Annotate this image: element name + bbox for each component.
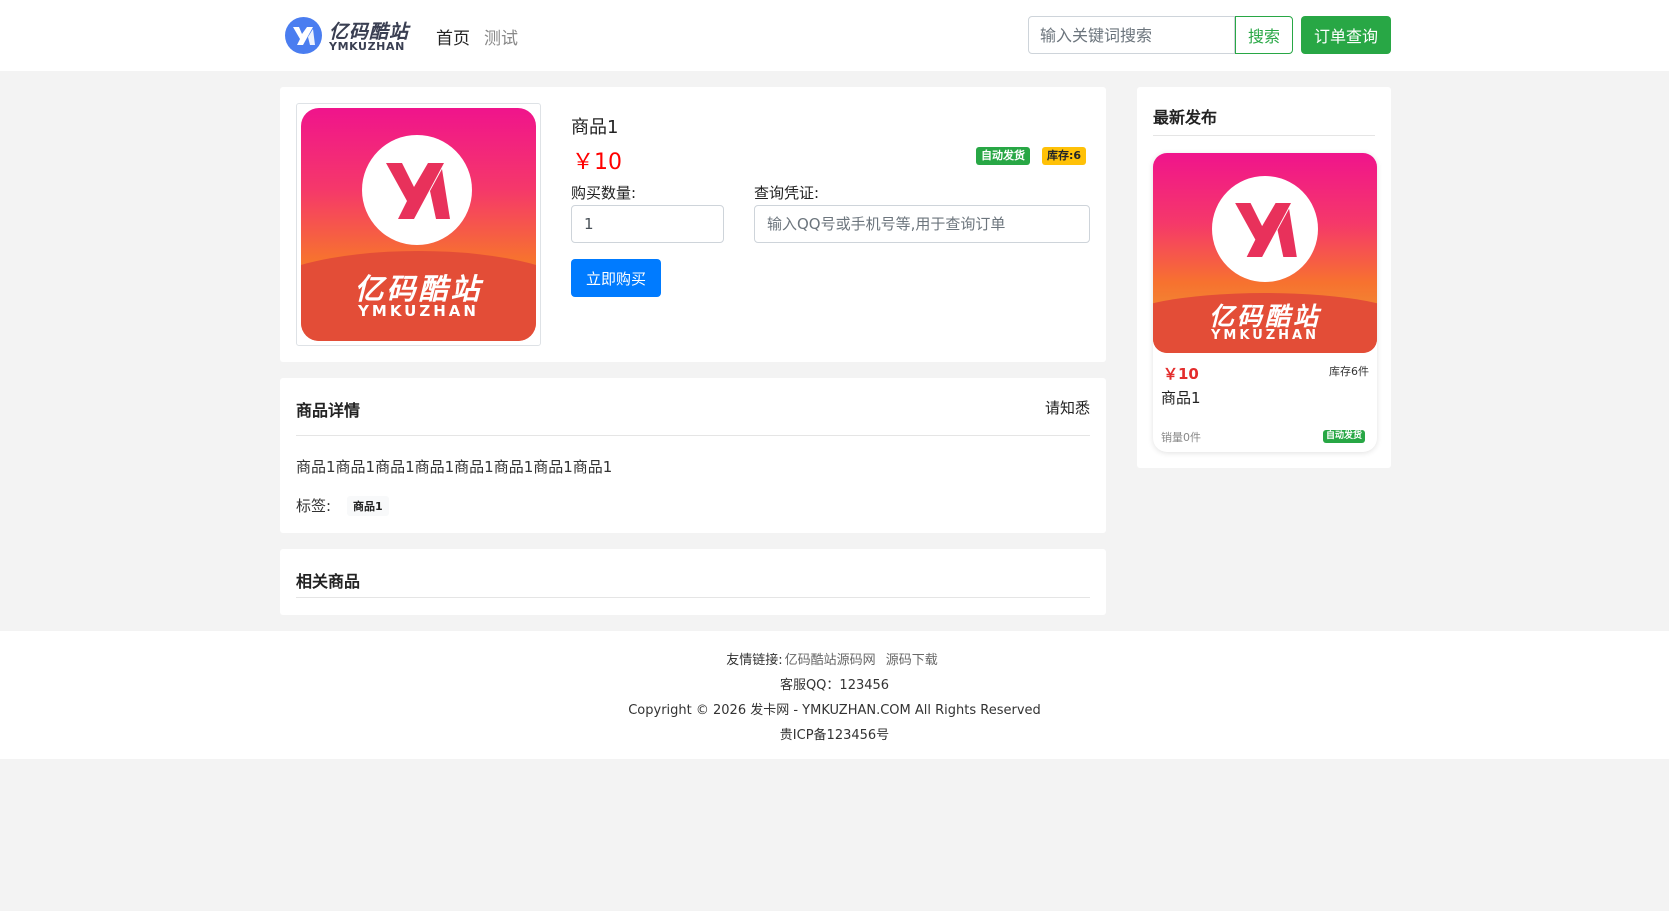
footer-links: 友情链接: 亿码酷站源码网 源码下载 xyxy=(0,649,1669,668)
related-title: 相关商品 xyxy=(296,572,361,591)
site-logo[interactable]: 亿码酷站 YMKUZHAN xyxy=(281,14,411,56)
contact-input[interactable] xyxy=(754,205,1090,243)
site-footer: 友情链接: 亿码酷站源码网 源码下载 客服QQ：123456 Copyright ©… xyxy=(0,631,1669,759)
product-card: 亿码酷站 YMKUZHAN 商品1 ￥10 自动发货 库存:6 购买数量: 查询… xyxy=(280,87,1106,362)
footer-qq: 客服QQ：123456 xyxy=(779,678,890,693)
order-query-button[interactable]: 订单查询 xyxy=(1301,16,1391,54)
sidebar-title: 最新发布 xyxy=(1153,108,1218,127)
logo-ya-icon xyxy=(285,17,322,54)
sidebar-divider xyxy=(1153,135,1375,136)
sidebar-item-sales: 销量0件 xyxy=(1161,431,1201,444)
related-divider xyxy=(296,597,1090,598)
quantity-input[interactable] xyxy=(571,205,724,243)
ya-circle-icon xyxy=(1212,176,1318,282)
ya-circle-icon xyxy=(362,135,472,245)
sidebar-item-stock: 库存6件 xyxy=(1329,365,1369,378)
sidebar-image-en: YMKUZHAN xyxy=(1211,328,1319,343)
sidebar-product-item[interactable]: 亿码酷站 YMKUZHAN ￥10 库存6件 商品1 销量0件 自动发货 xyxy=(1153,153,1377,452)
product-app-icon: 亿码酷站 YMKUZHAN xyxy=(301,108,536,341)
latest-sidebar-card: 最新发布 亿码酷站 YMKUZHAN ￥10 库存6件 商品1 销量0件 自动发… xyxy=(1137,87,1391,468)
detail-title: 商品详情 xyxy=(296,401,361,420)
sidebar-item-price: ￥10 xyxy=(1163,365,1199,383)
footer-link-ymkuzhan[interactable]: 亿码酷站源码网 xyxy=(785,653,876,668)
related-products-card: 相关商品 xyxy=(280,549,1106,615)
footer-copyright: Copyright © 2026 发卡网 - YMKUZHAN.COM All … xyxy=(628,703,1041,718)
detail-divider xyxy=(296,435,1090,436)
contact-label: 查询凭证: xyxy=(754,184,820,202)
notice-link[interactable]: 请知悉 xyxy=(1045,397,1090,418)
search-input[interactable] xyxy=(1028,16,1235,54)
detail-description: 商品1商品1商品1商品1商品1商品1商品1商品1 xyxy=(296,458,613,476)
tag-chip[interactable]: 商品1 xyxy=(347,496,389,516)
top-navbar: 亿码酷站 YMKUZHAN 首页 测试 搜索 订单查询 xyxy=(0,0,1669,71)
footer-links-label: 友情链接: xyxy=(726,653,783,668)
logo-text-en: YMKUZHAN xyxy=(329,40,405,53)
sidebar-product-image: 亿码酷站 YMKUZHAN xyxy=(1153,153,1377,353)
nav-home-link[interactable]: 首页 xyxy=(436,24,470,49)
tags-label: 标签: xyxy=(296,497,332,515)
search-button[interactable]: 搜索 xyxy=(1235,16,1293,54)
quantity-label: 购买数量: xyxy=(571,184,637,202)
product-price: ￥10 xyxy=(572,150,622,175)
footer-icp[interactable]: 贵ICP备123456号 xyxy=(0,724,1669,743)
product-detail-card: 商品详情 请知悉 商品1商品1商品1商品1商品1商品1商品1商品1 标签: 商品… xyxy=(280,378,1106,533)
sidebar-auto-badge: 自动发货 xyxy=(1322,430,1365,443)
product-name: 商品1 xyxy=(571,117,619,138)
auto-delivery-badge: 自动发货 xyxy=(976,147,1030,165)
product-image: 亿码酷站 YMKUZHAN xyxy=(296,103,541,346)
footer-link-download[interactable]: 源码下载 xyxy=(886,653,938,668)
nav-test-link[interactable]: 测试 xyxy=(484,24,518,49)
sidebar-item-name: 商品1 xyxy=(1161,389,1201,407)
product-image-en: YMKUZHAN xyxy=(358,302,479,320)
buy-now-button[interactable]: 立即购买 xyxy=(571,259,661,297)
stock-badge: 库存:6 xyxy=(1042,147,1087,165)
